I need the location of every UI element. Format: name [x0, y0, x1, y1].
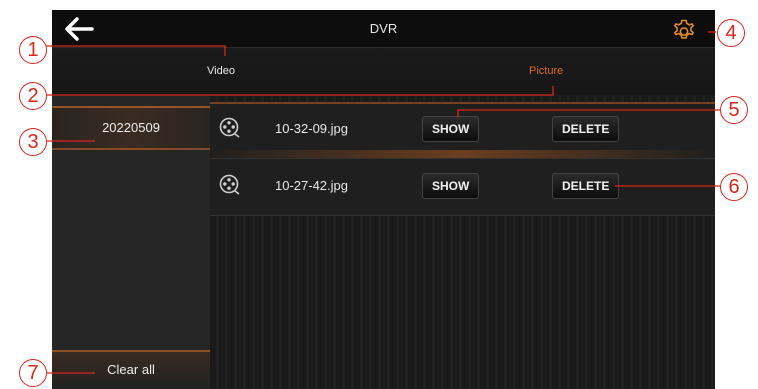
callout-3: 3 [19, 128, 47, 156]
callout-2: 2 [19, 82, 47, 110]
callout-5: 5 [720, 96, 748, 124]
callout-4: 4 [717, 19, 745, 47]
callout-7: 7 [19, 359, 47, 387]
callout-1: 1 [19, 36, 47, 64]
callout-leaders [45, 31, 720, 374]
callout-6: 6 [720, 173, 748, 201]
